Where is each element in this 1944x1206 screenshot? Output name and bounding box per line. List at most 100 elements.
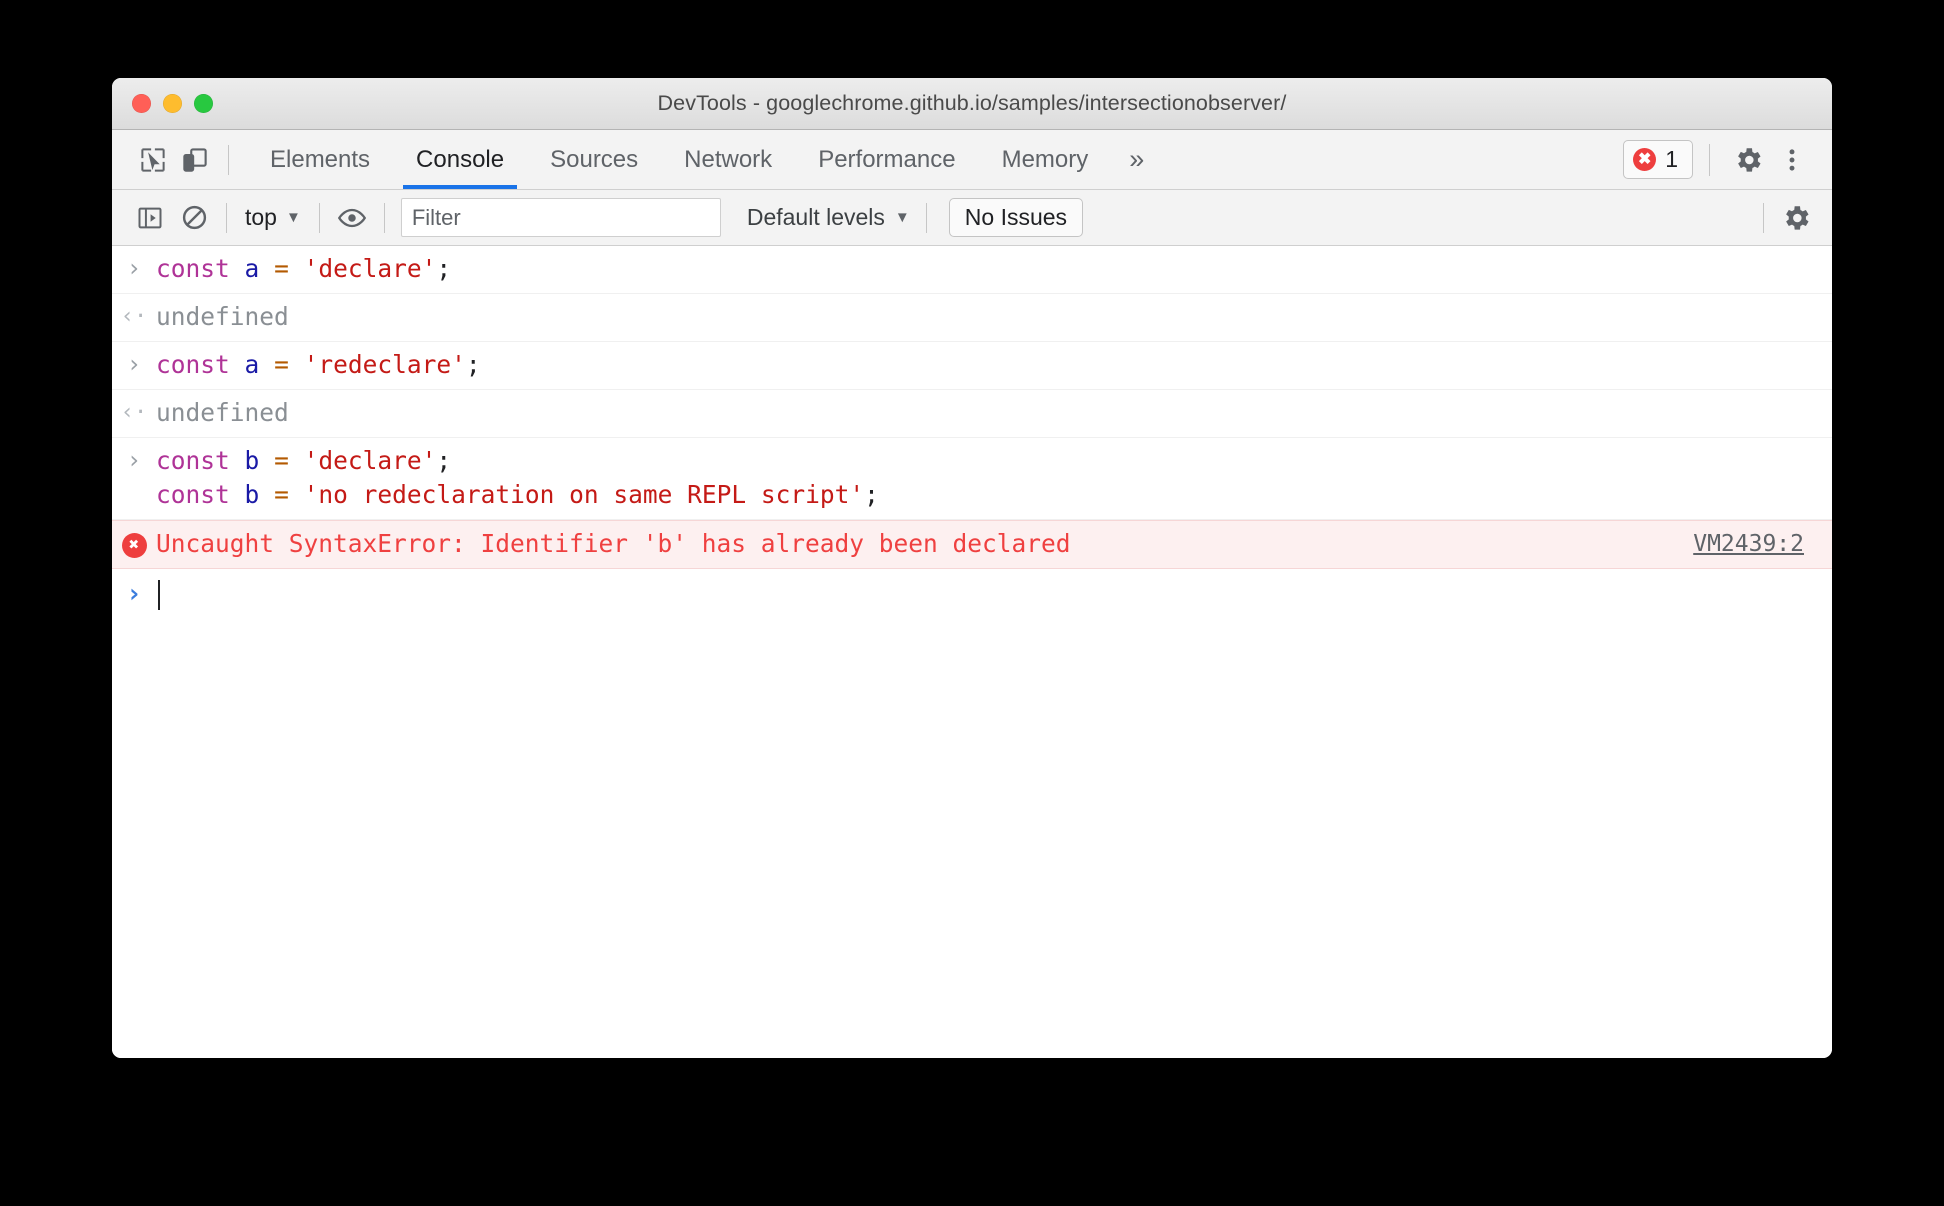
issues-button[interactable]: No Issues (948, 198, 1084, 237)
token-pun (259, 350, 274, 379)
input-marker-icon: › (126, 254, 142, 282)
error-icon: ✖ (112, 531, 156, 558)
token-pun (230, 480, 245, 509)
gear-icon[interactable] (1726, 138, 1770, 182)
console-prompt-row[interactable]: › (112, 569, 1832, 618)
filter-input[interactable] (400, 198, 721, 237)
token-pun: ; (465, 350, 481, 379)
token-op: = (274, 350, 289, 379)
console-message-list[interactable]: › const a = 'declare'; ‹· undefined › const a… (112, 246, 1832, 1058)
console-input-text: const a = 'declare'; (156, 252, 1832, 286)
console-sidebar-icon[interactable] (128, 196, 172, 240)
clear-console-icon[interactable] (172, 196, 216, 240)
console-input-row[interactable]: › const b = 'declare'; const b = 'no redec… (112, 438, 1832, 520)
panel-tabs: Elements Console Sources Network Perform… (247, 130, 1162, 189)
token-op: = (274, 446, 289, 475)
live-expression-icon[interactable] (330, 196, 374, 240)
console-output-row[interactable]: ‹· undefined (112, 390, 1832, 438)
token-id: b (244, 480, 260, 509)
token-str: 'declare' (303, 254, 437, 283)
input-marker-icon: › (126, 350, 142, 378)
minimize-window-button[interactable] (163, 94, 182, 113)
token-pun (289, 480, 304, 509)
toolbar-divider (228, 144, 229, 175)
error-source-link[interactable]: VM2439:2 (1693, 531, 1804, 557)
token-kw: const (156, 254, 230, 283)
console-toolbar: top ▼ Default levels ▼ No Issues (112, 190, 1832, 246)
token-pun (230, 446, 245, 475)
console-input-row[interactable]: › const a = 'declare'; (112, 246, 1832, 294)
output-marker-icon: ‹· (120, 400, 148, 425)
token-pun (259, 446, 274, 475)
console-output-text: undefined (156, 302, 289, 331)
tab-performance[interactable]: Performance (795, 130, 978, 189)
console-input-text: const b = 'declare'; const b = 'no redecl… (156, 444, 1832, 512)
token-id: a (244, 254, 260, 283)
toolbar-divider (925, 202, 927, 233)
token-str: 'no redeclaration on same REPL script' (303, 480, 865, 509)
devtools-window: DevTools - googlechrome.github.io/sample… (112, 78, 1832, 1058)
log-levels-label: Default levels (746, 204, 885, 230)
token-id: a (244, 350, 260, 379)
toolbar-divider (318, 202, 320, 233)
token-id: b (244, 446, 260, 475)
token-pun: ; (864, 480, 879, 509)
token-pun: ; (436, 254, 452, 283)
token-kw: const (156, 480, 230, 509)
token-pun: ; (436, 446, 452, 475)
token-pun (289, 350, 304, 379)
input-marker-icon: › (126, 446, 142, 474)
error-circle-icon: ✖ (121, 532, 147, 558)
token-kw: const (156, 350, 230, 379)
more-tabs-chevron-icon[interactable]: » (1111, 130, 1162, 189)
token-str: 'redeclare' (303, 350, 466, 379)
toolbar-divider (226, 202, 227, 233)
kebab-menu-icon[interactable] (1770, 138, 1814, 182)
tab-sources[interactable]: Sources (527, 130, 661, 189)
devtools-tabstrip: Elements Console Sources Network Perform… (112, 130, 1832, 190)
tab-network[interactable]: Network (661, 130, 795, 189)
window-titlebar: DevTools - googlechrome.github.io/sample… (112, 78, 1832, 130)
gear-icon[interactable] (1774, 196, 1818, 240)
tabstrip-actions: ✖ 1 (1623, 138, 1814, 182)
inspect-cursor-icon[interactable] (132, 139, 174, 181)
token-pun (289, 446, 304, 475)
console-toolbar-actions (1753, 196, 1818, 240)
console-error-row[interactable]: ✖ Uncaught SyntaxError: Identifier 'b' ha… (112, 520, 1832, 569)
execution-context-label: top (245, 204, 277, 230)
toolbar-divider (1763, 202, 1764, 233)
token-op: = (274, 480, 289, 509)
tabstrip-divider (1709, 143, 1710, 176)
token-pun (230, 350, 245, 379)
execution-context-selector[interactable]: top ▼ (237, 204, 309, 231)
tab-memory[interactable]: Memory (979, 130, 1112, 189)
console-output-text: undefined (156, 398, 289, 427)
token-kw: const (156, 446, 230, 475)
console-input-row[interactable]: › const a = 'redeclare'; (112, 342, 1832, 390)
close-window-button[interactable] (132, 94, 151, 113)
log-levels-selector[interactable]: Default levels ▼ (741, 204, 916, 231)
output-marker-icon: ‹· (120, 304, 148, 329)
tab-console[interactable]: Console (393, 130, 527, 189)
token-op: = (274, 254, 289, 283)
window-title: DevTools - googlechrome.github.io/sample… (657, 91, 1287, 115)
console-error-text: Uncaught SyntaxError: Identifier 'b' has… (156, 529, 1071, 558)
token-pun (259, 254, 274, 283)
traffic-lights (132, 94, 213, 113)
device-toolbar-icon[interactable] (174, 139, 216, 181)
tab-elements[interactable]: Elements (247, 130, 393, 189)
token-pun (230, 254, 245, 283)
chevron-down-icon: ▼ (285, 209, 301, 226)
text-caret (158, 580, 160, 610)
token-pun (289, 254, 304, 283)
maximize-window-button[interactable] (194, 94, 213, 113)
error-count-badge[interactable]: ✖ 1 (1623, 140, 1693, 179)
console-output-row[interactable]: ‹· undefined (112, 294, 1832, 342)
error-circle-icon: ✖ (1633, 148, 1657, 171)
token-str: 'declare' (303, 446, 437, 475)
chevron-down-icon: ▼ (894, 209, 910, 226)
console-input-text: const a = 'redeclare'; (156, 348, 1832, 382)
console-prompt-input[interactable] (156, 577, 1832, 611)
error-count-label: 1 (1665, 146, 1678, 172)
prompt-arrow-icon: › (126, 578, 142, 609)
